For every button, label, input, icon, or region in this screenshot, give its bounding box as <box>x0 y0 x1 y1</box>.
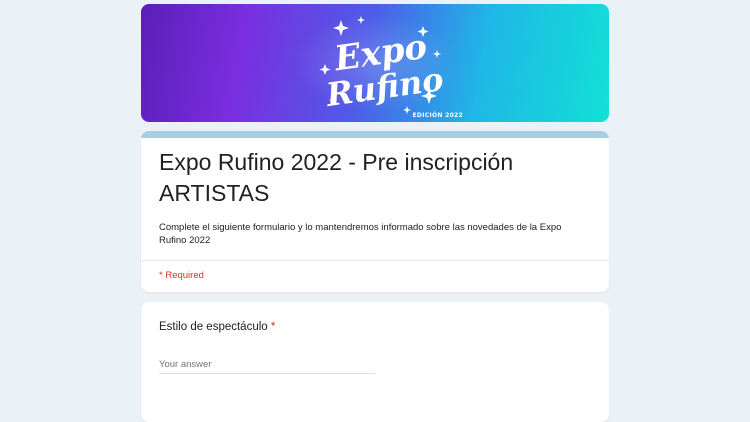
form-title-card: Expo Rufino 2022 - Pre inscripción ARTIS… <box>141 131 609 292</box>
form-container: Expo Rufino EDICIÓN 2022 Expo Rufino 202… <box>141 4 609 422</box>
question-card: Estilo de espectáculo * <box>141 302 609 422</box>
required-asterisk: * <box>270 321 276 333</box>
header-banner: Expo Rufino EDICIÓN 2022 <box>141 4 609 122</box>
question-label: Estilo de espectáculo * <box>159 321 275 333</box>
sparkle-icon <box>433 50 441 58</box>
edition-label: EDICIÓN 2022 <box>412 112 463 119</box>
answer-input[interactable] <box>159 357 375 374</box>
question-label-text: Estilo de espectáculo <box>159 321 268 333</box>
form-title: Expo Rufino 2022 - Pre inscripción ARTIS… <box>159 149 514 206</box>
form-description: Complete el siguiente formulario y lo ma… <box>159 222 562 246</box>
sparkle-icon <box>357 16 365 24</box>
expo-rufino-logo: Expo Rufino <box>319 16 446 114</box>
card-accent-bar <box>141 131 609 138</box>
sparkle-icon <box>403 106 411 114</box>
sparkle-icon <box>333 20 349 36</box>
required-note: * Required <box>159 270 204 281</box>
sparkle-icon <box>319 64 331 75</box>
